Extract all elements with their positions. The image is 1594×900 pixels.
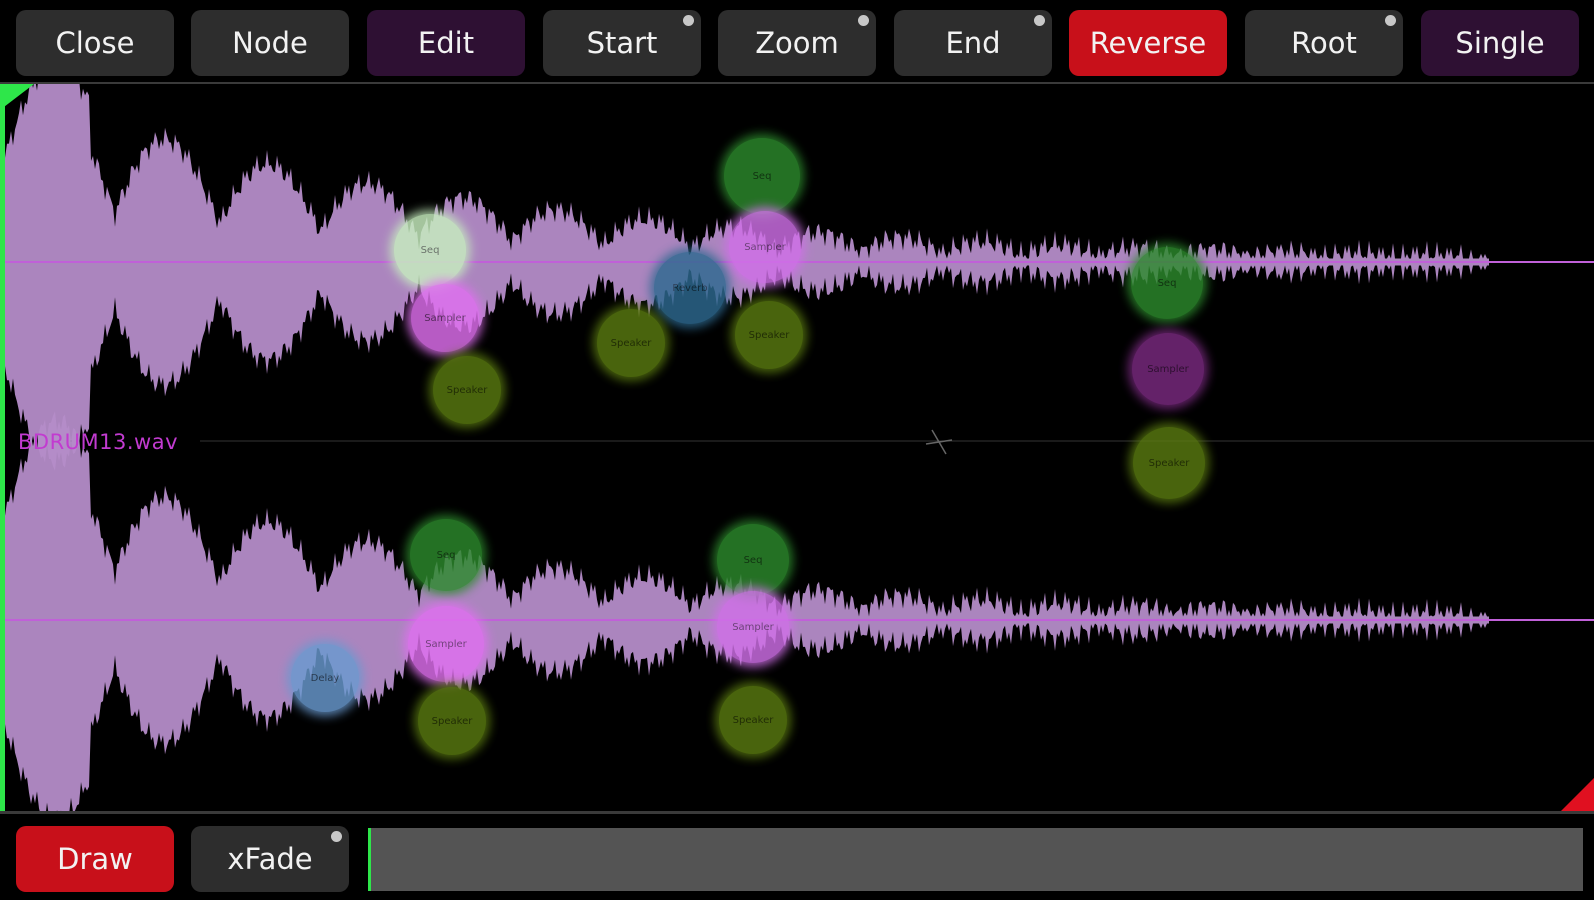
start-marker[interactable]	[0, 84, 5, 812]
node-button-label: Node	[232, 26, 308, 60]
reverse-button-label: Reverse	[1089, 26, 1207, 60]
node-seq[interactable]: Seq	[394, 214, 466, 286]
end-indicator-dot	[1034, 15, 1045, 26]
waveform-canvas[interactable]	[0, 84, 1594, 812]
zoom-button[interactable]: Zoom	[718, 10, 876, 76]
node-reverb[interactable]: Reverb	[654, 252, 726, 324]
node-speaker[interactable]: Speaker	[597, 309, 665, 377]
end-button-label: End	[945, 26, 1001, 60]
bottom-bar: Draw xFade	[0, 814, 1594, 900]
toolbar: Close Node Edit Start Zoom End Reverse R…	[0, 0, 1594, 82]
draw-button[interactable]: Draw	[16, 826, 174, 892]
waveform-view[interactable]: BDRUM13.wav Seq Seq Sampler Speaker Sampler R…	[0, 84, 1594, 812]
start-indicator-dot	[683, 15, 694, 26]
node-speaker[interactable]: Speaker	[1133, 427, 1205, 499]
zoom-button-label: Zoom	[755, 26, 839, 60]
xfade-button-label: xFade	[227, 842, 313, 876]
node-speaker[interactable]: Speaker	[433, 356, 501, 424]
node-speaker[interactable]: Speaker	[719, 686, 787, 754]
node-seq[interactable]: Seq	[724, 138, 800, 214]
end-corner-marker[interactable]	[1560, 778, 1594, 812]
close-button-label: Close	[55, 26, 135, 60]
node-speaker[interactable]: Speaker	[418, 687, 486, 755]
node-sampler[interactable]: Sampler	[1132, 333, 1204, 405]
node-sampler[interactable]: Sampler	[411, 284, 479, 352]
edit-button-label: Edit	[417, 26, 475, 60]
root-button-label: Root	[1291, 26, 1357, 60]
node-sampler[interactable]: Sampler	[717, 591, 789, 663]
xfade-slider[interactable]	[368, 828, 1583, 891]
edit-button[interactable]: Edit	[367, 10, 525, 76]
start-button-label: Start	[586, 26, 658, 60]
node-sampler[interactable]: Sampler	[729, 211, 801, 283]
xfade-indicator-dot	[331, 831, 342, 842]
xfade-button[interactable]: xFade	[191, 826, 349, 892]
close-button[interactable]: Close	[16, 10, 174, 76]
end-button[interactable]: End	[894, 10, 1052, 76]
root-indicator-dot	[1385, 15, 1396, 26]
node-seq[interactable]: Seq	[410, 519, 482, 591]
node-sampler[interactable]: Sampler	[408, 606, 484, 682]
node-seq[interactable]: Seq	[1131, 247, 1203, 319]
zoom-indicator-dot	[858, 15, 869, 26]
crosshair-icon	[925, 429, 953, 455]
reverse-button[interactable]: Reverse	[1069, 10, 1227, 76]
node-seq[interactable]: Seq	[717, 524, 789, 596]
draw-button-label: Draw	[57, 842, 133, 876]
single-button[interactable]: Single	[1421, 10, 1579, 76]
single-button-label: Single	[1455, 26, 1545, 60]
start-button[interactable]: Start	[543, 10, 701, 76]
node-delay[interactable]: Delay	[291, 644, 359, 712]
node-button[interactable]: Node	[191, 10, 349, 76]
node-speaker[interactable]: Speaker	[735, 301, 803, 369]
root-button[interactable]: Root	[1245, 10, 1403, 76]
file-name-label: BDRUM13.wav	[18, 430, 179, 454]
